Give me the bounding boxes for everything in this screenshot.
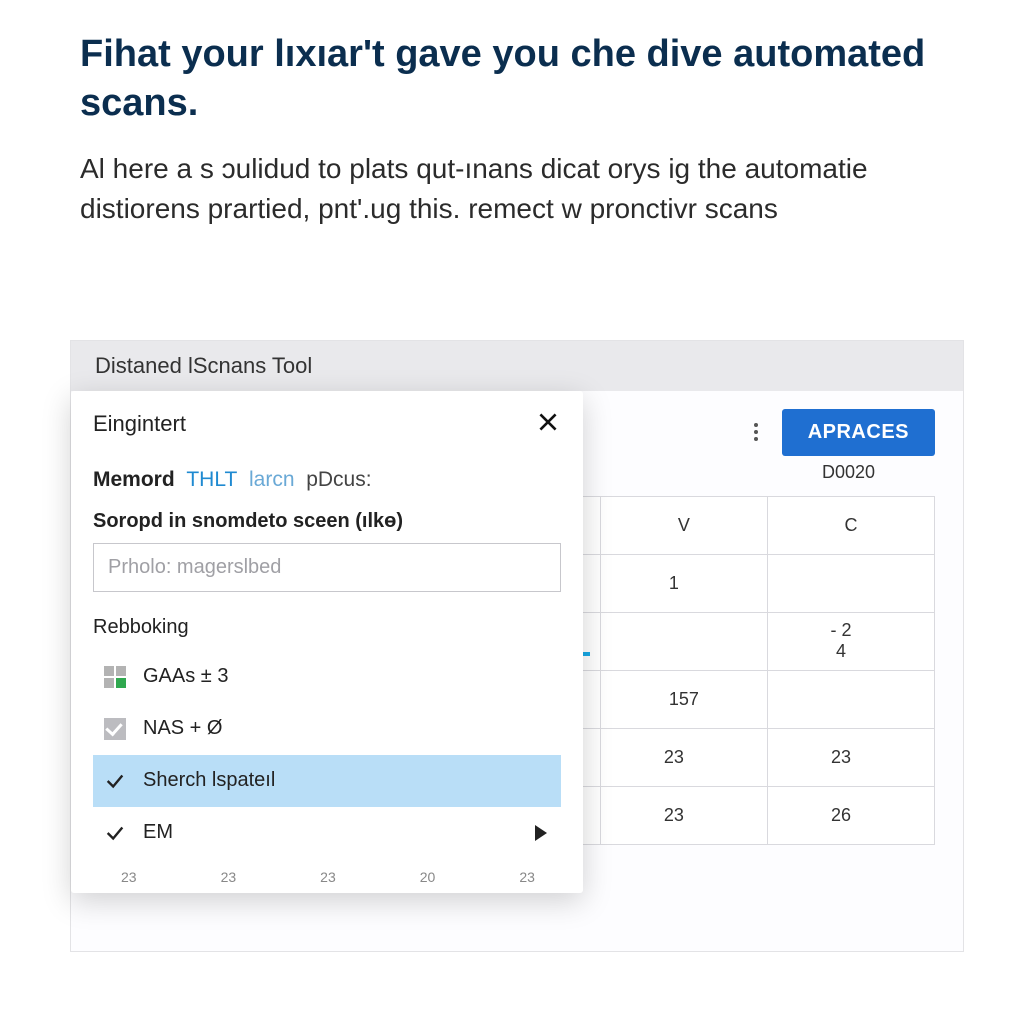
footer-num: 23 [519,869,535,885]
memord-middle-text: larcn [249,468,295,491]
app-frame: Distaned lScnans Tool APRACES D0020 [70,340,964,952]
grid-icon [101,663,129,691]
cell-r1v[interactable]: 1 [600,554,767,612]
footer-num: 23 [221,869,237,885]
option-label: GAAs ± 3 [143,665,228,688]
app-titlebar: Distaned lScnans Tool [71,341,963,391]
memord-label: Memord [93,468,175,491]
page-subtext: Al here a s ɔulidud to plats qut-ınans d… [0,139,1024,280]
footer-num: 20 [420,869,436,885]
footer-num: 23 [121,869,137,885]
footer-numbers: 23 23 23 20 23 [71,869,583,893]
option-label: NAS + Ø [143,717,222,740]
modal-title: Eingintert [93,411,186,437]
memord-row: Memord THLT larcn pDcus: [93,468,561,492]
eingintert-modal: Eingintert Memord THLT larcn pDcus: Soro… [71,391,583,893]
cell-r2c-b: 4 [836,641,846,661]
grid-id-label: D0020 [822,462,875,483]
option-nas[interactable]: NAS + Ø [93,703,561,755]
expand-icon[interactable] [535,825,547,841]
col-v: V [600,496,767,554]
option-label: EM [143,821,173,844]
option-list: GAAs ± 3 NAS + Ø Sherch lspateıl [93,651,561,859]
scene-input[interactable] [93,543,561,592]
cell-r4c[interactable]: 23 [767,728,934,786]
option-sherch[interactable]: Sherch lspateıl [93,755,561,807]
apraces-button[interactable]: APRACES [782,409,935,456]
cell-r2c-a: - 2 [830,620,851,640]
checkbox-icon [101,715,129,743]
app-body: APRACES D0020 V C [71,391,963,951]
memord-link[interactable]: THLT [186,468,237,491]
cell-r2c[interactable]: - 2 4 [767,612,934,670]
option-em[interactable]: EM [93,807,561,859]
footer-num: 23 [320,869,336,885]
col-c: C [767,496,934,554]
check-icon [101,767,129,795]
cell-r3c[interactable] [767,670,934,728]
cell-r1c[interactable] [767,554,934,612]
cell-r2v[interactable] [600,612,767,670]
scene-field-label: Soropd in snomdeto sceen (ılkɵ) [93,510,561,533]
cell-r3v[interactable]: 157 [600,670,767,728]
rebboking-label: Rebboking [93,616,561,639]
memord-rest: pDcus: [306,468,371,491]
option-gaas[interactable]: GAAs ± 3 [93,651,561,703]
kebab-menu-icon[interactable] [748,417,764,447]
cell-r5v[interactable]: 23 [600,786,767,844]
page-heading: Fihat your lıxıar't gave you che dive au… [0,0,1024,139]
cell-r4v[interactable]: 23 [600,728,767,786]
option-label: Sherch lspateıl [143,769,275,792]
cell-r5c[interactable]: 26 [767,786,934,844]
check-icon [101,819,129,847]
close-icon[interactable] [535,409,561,440]
